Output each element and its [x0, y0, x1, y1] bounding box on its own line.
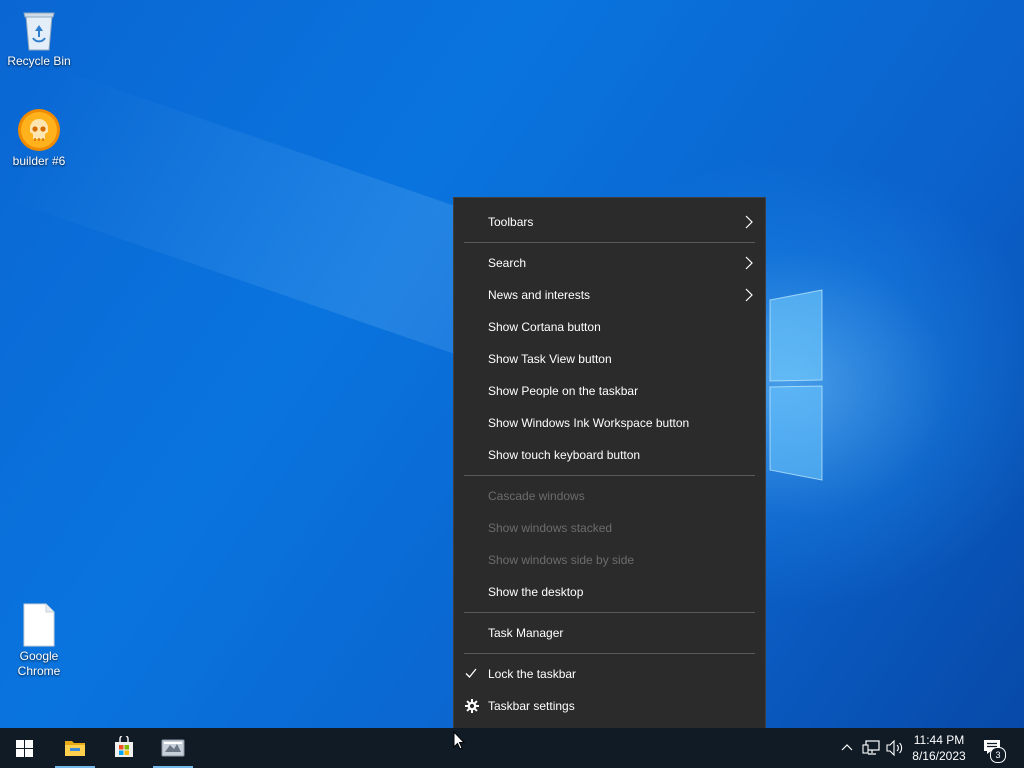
menu-item-label: Lock the taskbar — [488, 667, 577, 681]
desktop-icon-builder[interactable]: builder #6 — [1, 108, 77, 169]
start-button[interactable] — [4, 728, 44, 768]
menu-item-task-manager[interactable]: Task Manager — [454, 617, 765, 649]
skull-icon — [18, 109, 60, 151]
desktop-icon-label: Google Chrome — [17, 649, 61, 678]
menu-item-label: Show Cortana button — [488, 320, 601, 334]
menu-item-show-people[interactable]: Show People on the taskbar — [454, 375, 765, 407]
menu-separator — [464, 475, 755, 476]
menu-item-label: Task Manager — [488, 626, 564, 640]
recycle-bin-icon — [23, 12, 55, 51]
desktop-icon-label: Recycle Bin — [7, 54, 71, 68]
menu-item-label: Show the desktop — [488, 585, 584, 599]
menu-item-show-windows-ink[interactable]: Show Windows Ink Workspace button — [454, 407, 765, 439]
notification-count-badge: 3 — [990, 747, 1006, 763]
start-icon — [16, 740, 33, 757]
chevron-right-icon — [745, 256, 753, 270]
menu-separator — [464, 612, 755, 613]
menu-item-label: News and interests — [488, 288, 591, 302]
gear-icon — [465, 699, 479, 713]
menu-item-cascade-windows: Cascade windows — [454, 480, 765, 512]
menu-item-show-cortana-button[interactable]: Show Cortana button — [454, 311, 765, 343]
desktop-icon-label: builder #6 — [12, 154, 66, 168]
menu-item-label: Show windows stacked — [488, 521, 613, 535]
taskbar-app-pinned[interactable] — [153, 728, 193, 768]
chevron-right-icon — [745, 288, 753, 302]
menu-item-show-touch-keyboard[interactable]: Show touch keyboard button — [454, 439, 765, 471]
network-status-button[interactable] — [860, 728, 882, 768]
speaker-icon — [886, 740, 903, 756]
chevron-right-icon — [745, 215, 753, 229]
network-icon — [862, 740, 880, 755]
menu-separator — [464, 653, 755, 654]
clock-time: 11:44 PM — [913, 733, 965, 747]
taskbar-app-file-explorer[interactable] — [55, 728, 95, 768]
pinned-app-icon — [161, 739, 185, 757]
menu-item-show-windows-stacked: Show windows stacked — [454, 512, 765, 544]
menu-item-show-the-desktop[interactable]: Show the desktop — [454, 576, 765, 608]
menu-item-label: Show Windows Ink Workspace button — [488, 416, 690, 430]
file-explorer-icon — [65, 741, 85, 756]
menu-item-label: Show touch keyboard button — [488, 448, 641, 462]
menu-item-label: Taskbar settings — [488, 699, 575, 713]
taskbar[interactable]: 11:44 PM 8/16/2023 — [0, 728, 1024, 768]
menu-item-label: Search — [488, 256, 527, 270]
chevron-up-icon — [841, 744, 853, 751]
menu-item-news-and-interests[interactable]: News and interests — [454, 279, 765, 311]
menu-item-toolbars[interactable]: Toolbars — [454, 206, 765, 238]
menu-item-search[interactable]: Search — [454, 247, 765, 279]
windows-logo-wallpaper — [769, 289, 823, 481]
menu-item-taskbar-settings[interactable]: Taskbar settings — [454, 690, 765, 722]
menu-item-label: Cascade windows — [488, 489, 585, 503]
checkmark-icon — [465, 668, 477, 678]
clock-date: 8/16/2023 — [912, 749, 966, 763]
blank-file-icon — [23, 603, 55, 647]
menu-item-label: Show Task View button — [488, 352, 612, 366]
taskbar-clock[interactable]: 11:44 PM 8/16/2023 — [906, 732, 972, 764]
desktop-icon-google-chrome[interactable]: Google Chrome — [1, 603, 77, 679]
volume-button[interactable] — [884, 728, 906, 768]
taskbar-context-menu: Toolbars Search News and interests Show … — [453, 197, 766, 731]
menu-item-label: Show windows side by side — [488, 553, 635, 567]
menu-item-label: Toolbars — [488, 215, 534, 229]
menu-item-label: Show People on the taskbar — [488, 384, 639, 398]
menu-item-show-task-view-button[interactable]: Show Task View button — [454, 343, 765, 375]
menu-separator — [464, 242, 755, 243]
show-hidden-icons-button[interactable] — [838, 728, 856, 768]
taskbar-app-microsoft-store[interactable] — [104, 728, 144, 768]
desktop-icon-recycle-bin[interactable]: Recycle Bin — [1, 8, 77, 69]
mouse-cursor-icon — [453, 731, 465, 750]
microsoft-store-icon — [115, 736, 133, 757]
menu-item-show-windows-side-by-side: Show windows side by side — [454, 544, 765, 576]
menu-item-lock-the-taskbar[interactable]: Lock the taskbar — [454, 658, 765, 690]
